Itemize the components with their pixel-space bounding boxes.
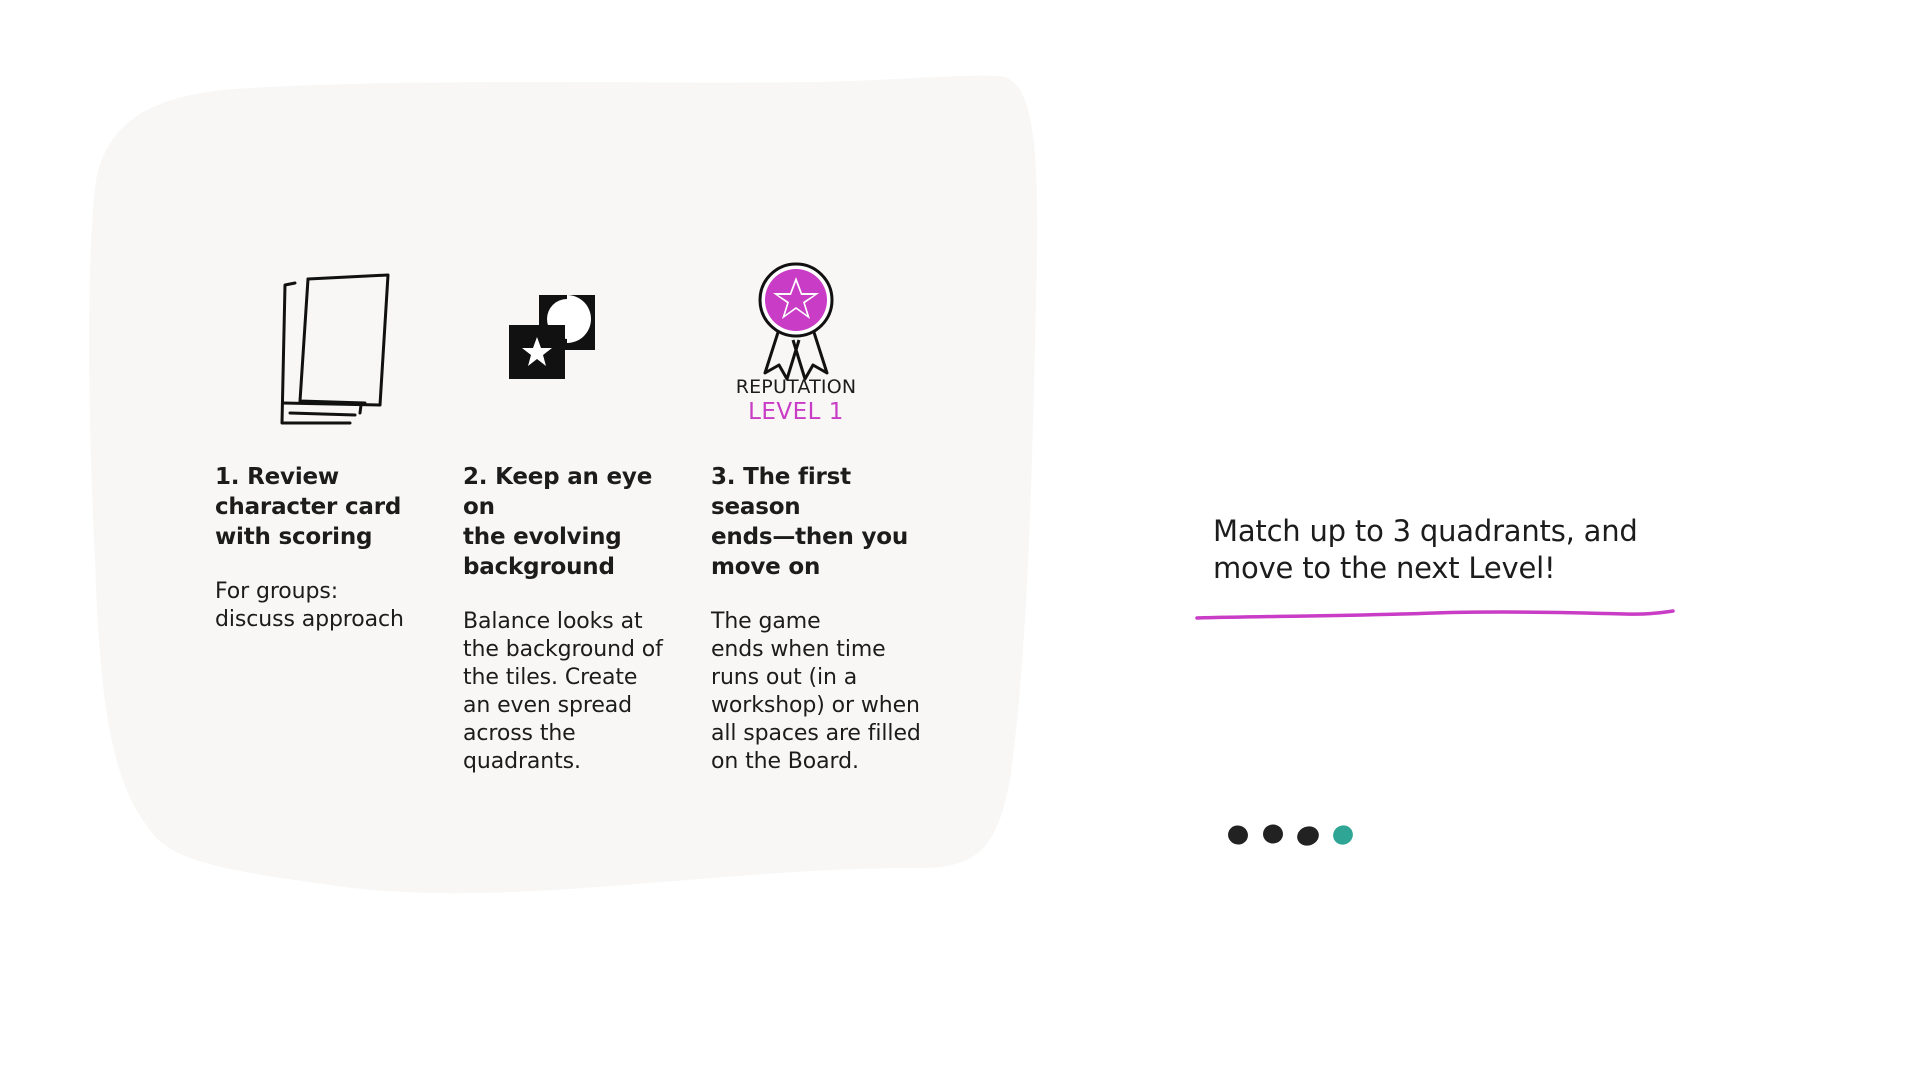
step-review-character-card: 1. Review character card with scoring Fo… (215, 255, 440, 634)
progress-dot (1263, 824, 1283, 844)
step-icon-wrapper (463, 255, 688, 430)
step-description: The game ends when time runs out (in a w… (711, 609, 921, 774)
step-title: 2. Keep an eye on the evolving backgroun… (463, 464, 653, 580)
progress-dot (1297, 826, 1319, 846)
step-icon-wrapper: REPUTATION LEVEL 1 (711, 255, 936, 430)
step-title: 1. Review character card with scoring (215, 464, 402, 550)
progress-dot (1228, 825, 1248, 845)
callout-underline (1195, 609, 1675, 620)
step-first-season-ends: REPUTATION LEVEL 1 3. The first season e… (711, 255, 936, 776)
step-evolving-background: 2. Keep an eye on the evolving backgroun… (463, 255, 688, 776)
step-description: For groups: discuss approach (215, 579, 404, 632)
slide: 1. Review character card with scoring Fo… (0, 0, 1920, 1080)
reputation-label: REPUTATION (735, 376, 857, 398)
step-description: Balance looks at the background of the t… (463, 609, 663, 774)
reputation-level: LEVEL 1 (748, 399, 844, 425)
progress-dot-active (1333, 825, 1353, 845)
stacked-cards-icon (280, 273, 390, 425)
quadrant-tiles-icon (509, 295, 595, 379)
progress-dots (1228, 824, 1353, 846)
callout-text: Match up to 3 quadrants, and move to the… (1213, 514, 1638, 585)
step-title: 3. The first season ends—then you move o… (711, 464, 909, 580)
step-icon-wrapper (215, 255, 440, 430)
